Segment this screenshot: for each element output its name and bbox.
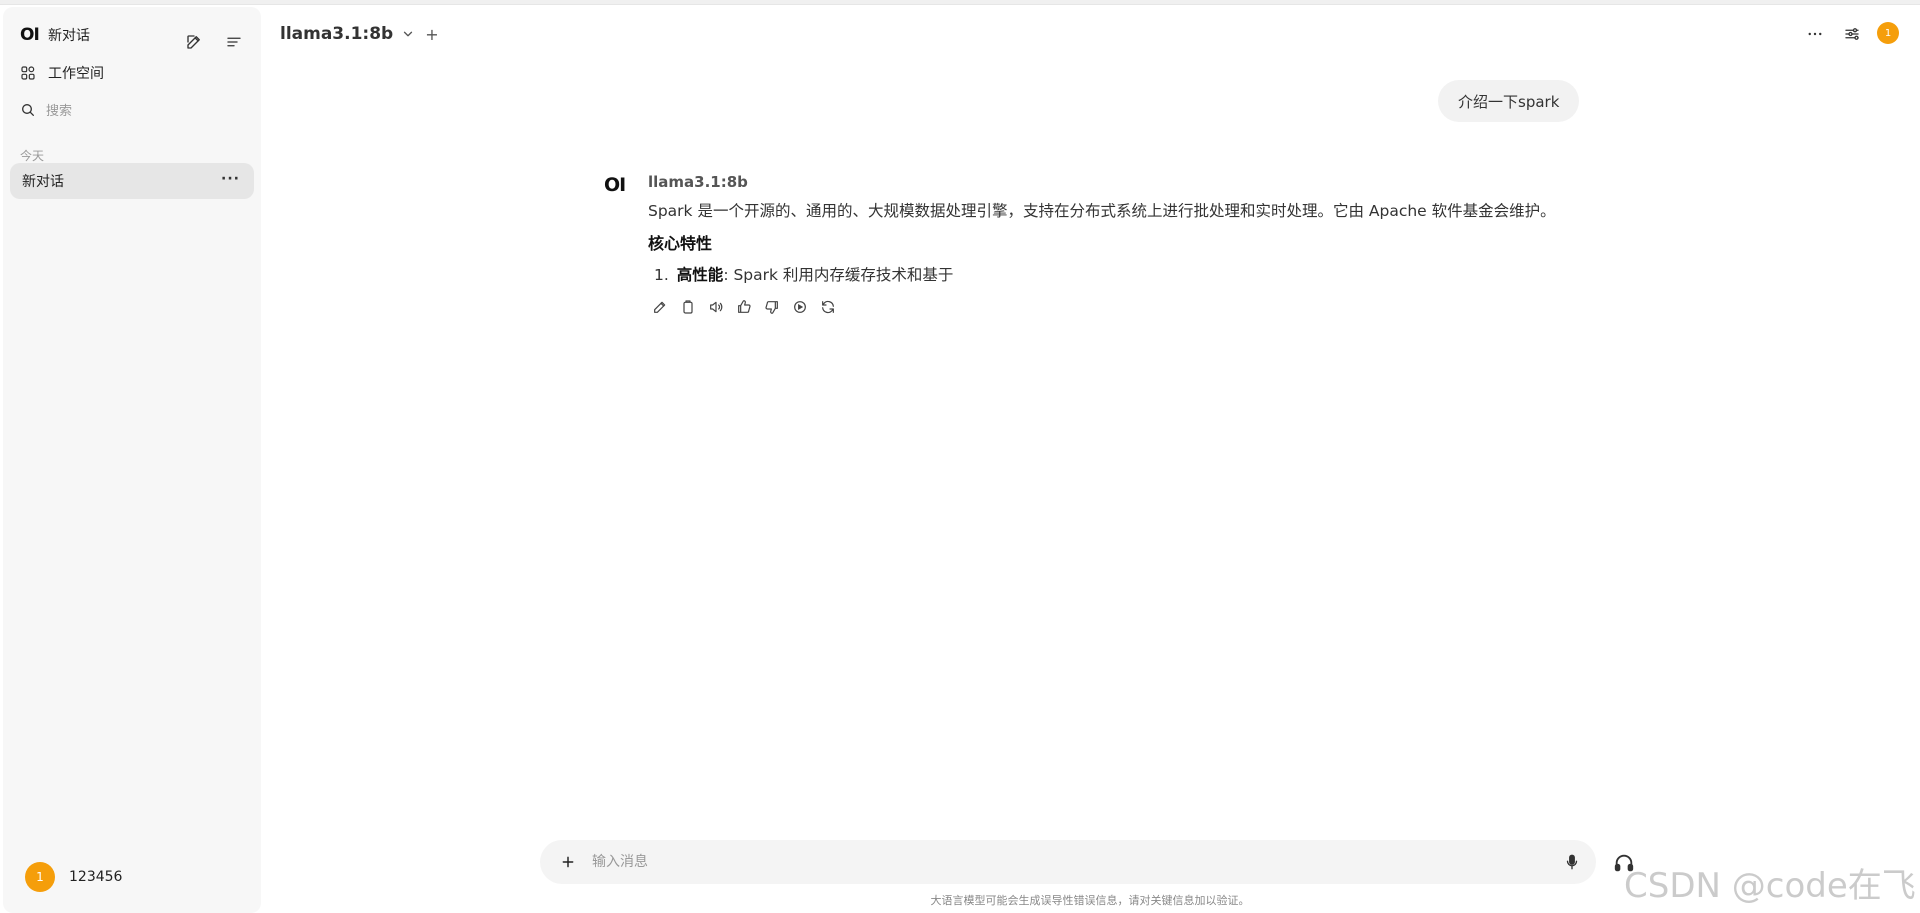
chevron-down-icon bbox=[404, 31, 413, 37]
sliders-icon bbox=[1845, 28, 1859, 40]
user-menu[interactable]: 1 123456 bbox=[25, 862, 122, 892]
more-options-button[interactable] bbox=[1803, 22, 1827, 46]
search-icon bbox=[20, 102, 46, 118]
app-window: OI 新对话 工作空间 搜索 今天 新对话 ··· 1 123456 llama… bbox=[0, 0, 1920, 913]
new-chat-button[interactable] bbox=[182, 30, 206, 54]
user-message: 介绍一下spark bbox=[1438, 80, 1580, 122]
ellipsis-icon bbox=[1808, 32, 1822, 36]
thumbs-up-button[interactable] bbox=[735, 298, 753, 316]
workspace-label: 工作空间 bbox=[48, 66, 104, 82]
workspace-grid-icon bbox=[20, 65, 48, 81]
top-border bbox=[0, 0, 1920, 5]
thumbs-down-icon bbox=[765, 301, 778, 314]
chat-list-item[interactable]: 新对话 ··· bbox=[10, 163, 254, 199]
speaker-icon bbox=[710, 301, 723, 313]
mic-icon bbox=[1566, 854, 1578, 870]
user-name: 123456 bbox=[69, 869, 123, 885]
continue-button[interactable] bbox=[791, 298, 809, 316]
message-input[interactable] bbox=[592, 848, 1492, 876]
app-logo: OI bbox=[20, 25, 40, 45]
thumbs-up-icon bbox=[738, 300, 751, 313]
search-input[interactable]: 搜索 bbox=[46, 100, 72, 119]
section-today: 今天 bbox=[20, 149, 45, 163]
message-actions bbox=[651, 298, 837, 316]
message-composer bbox=[540, 840, 1596, 884]
workspace-link[interactable]: 工作空间 bbox=[20, 63, 104, 83]
read-aloud-button[interactable] bbox=[707, 298, 725, 316]
chat-item-label: 新对话 bbox=[22, 174, 64, 190]
add-model-button[interactable]: + bbox=[425, 25, 438, 44]
ellipsis-icon[interactable]: ··· bbox=[221, 171, 240, 187]
new-chat-label: 新对话 bbox=[48, 28, 90, 44]
model-name: llama3.1:8b bbox=[280, 24, 394, 44]
new-chat-row[interactable]: OI 新对话 bbox=[20, 25, 90, 45]
assistant-paragraph: Spark 是一个开源的、通用的、大规模数据处理引擎，支持在分布式系统上进行批处… bbox=[648, 202, 1556, 220]
plus-icon bbox=[562, 856, 574, 868]
assistant-logo: OI bbox=[604, 174, 626, 196]
list-text: : Spark 利用内存缓存技术和基于 bbox=[723, 266, 954, 284]
refresh-icon bbox=[822, 300, 834, 314]
list-item: 1. 高性能: Spark 利用内存缓存技术和基于 bbox=[654, 263, 953, 285]
model-selector[interactable]: llama3.1:8b + bbox=[280, 24, 439, 44]
sidebar: OI 新对话 工作空间 搜索 今天 新对话 ··· 1 123456 bbox=[3, 7, 261, 913]
copy-button[interactable] bbox=[679, 298, 697, 316]
edit-button[interactable] bbox=[651, 298, 669, 316]
attach-button[interactable] bbox=[556, 850, 580, 874]
voice-input-button[interactable] bbox=[1562, 852, 1582, 872]
assistant-heading: 核心特性 bbox=[648, 234, 713, 253]
list-bold: 高性能 bbox=[676, 266, 724, 284]
copy-icon bbox=[683, 300, 693, 314]
sidebar-menu-icon bbox=[227, 37, 241, 47]
play-circle-icon bbox=[794, 301, 806, 313]
thumbs-down-button[interactable] bbox=[763, 298, 781, 316]
chat-controls-button[interactable] bbox=[1840, 22, 1864, 46]
search-row[interactable]: 搜索 bbox=[20, 100, 72, 119]
regenerate-button[interactable] bbox=[819, 298, 837, 316]
list-number: 1. bbox=[654, 266, 669, 284]
header-avatar[interactable]: 1 bbox=[1877, 22, 1899, 44]
assistant-model-name: llama3.1:8b bbox=[648, 173, 748, 191]
watermark: CSDN @code在飞 bbox=[1624, 866, 1916, 906]
avatar: 1 bbox=[25, 862, 55, 892]
toggle-sidebar-button[interactable] bbox=[222, 30, 246, 54]
edit-icon bbox=[654, 301, 666, 313]
pencil-square-icon bbox=[187, 35, 200, 49]
